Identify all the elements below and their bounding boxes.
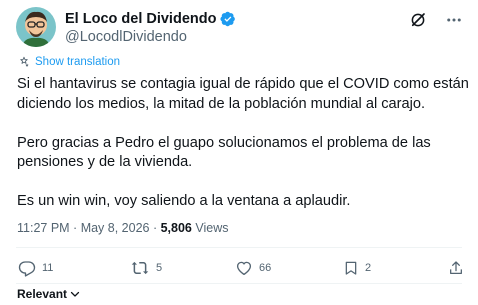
like-button[interactable]: 66 [235, 259, 271, 277]
chevron-down-icon [70, 291, 80, 297]
reply-icon [18, 261, 36, 277]
bookmark-icon [345, 261, 357, 275]
views-label: Views [191, 221, 229, 235]
avatar[interactable] [16, 7, 56, 47]
tweet-text-line: Es un win win, voy saliendo a la ventana… [17, 193, 351, 209]
share-icon [450, 261, 462, 274]
tweet-text-line: Si el hantavirus se contagia igual de rá… [17, 76, 469, 92]
tweet-actions: 11 5 66 2 [18, 259, 464, 281]
tweet-text-line: diciendo los medios, la mitad de la pobl… [17, 95, 426, 112]
verified-badge-icon [220, 11, 236, 27]
heart-icon [236, 261, 252, 276]
reply-button[interactable]: 11 [18, 259, 53, 277]
tweet-top-actions [408, 10, 464, 30]
bookmark-count: 2 [365, 262, 372, 274]
tweet-date[interactable]: May 8, 2026 [81, 221, 150, 235]
reply-count: 11 [42, 262, 54, 274]
translate-icon [20, 56, 29, 67]
divider [16, 283, 462, 284]
show-translation-link[interactable]: Show translation [18, 56, 120, 68]
tweet-meta: 11:27 PM · May 8, 2026 · 5,806 Views [17, 221, 228, 235]
repost-button[interactable]: 5 [130, 259, 162, 277]
share-button[interactable] [448, 259, 464, 277]
sort-label: Relevant [17, 287, 68, 301]
show-translation-label: Show translation [35, 56, 121, 68]
author-handle[interactable]: @LocodlDividendo [65, 29, 187, 45]
tweet-text-line: pensiones y de la vivienda. [17, 154, 193, 170]
tweet-time[interactable]: 11:27 PM [17, 221, 70, 235]
author-name-row[interactable]: El Loco del Dividendo [65, 10, 236, 28]
like-count: 66 [259, 262, 272, 274]
divider [16, 247, 462, 248]
display-name[interactable]: El Loco del Dividendo [65, 11, 216, 27]
repost-count: 5 [156, 262, 163, 274]
tweet-text-line: Pero gracias a Pedro el guapo solucionam… [17, 134, 431, 151]
views-count: 5,806 [160, 221, 192, 235]
grok-icon[interactable] [408, 10, 428, 30]
sort-replies-dropdown[interactable]: Relevant [17, 287, 81, 301]
bookmark-button[interactable]: 2 [343, 259, 371, 277]
tweet-text: Si el hantavirus se contagia igual de rá… [17, 75, 469, 212]
more-icon[interactable] [444, 10, 464, 30]
meta-separator-2: · [149, 221, 161, 235]
repost-icon [131, 261, 149, 275]
tweet: El Loco del Dividendo @LocodlDividendo S… [0, 0, 478, 305]
meta-separator: · [69, 221, 81, 235]
